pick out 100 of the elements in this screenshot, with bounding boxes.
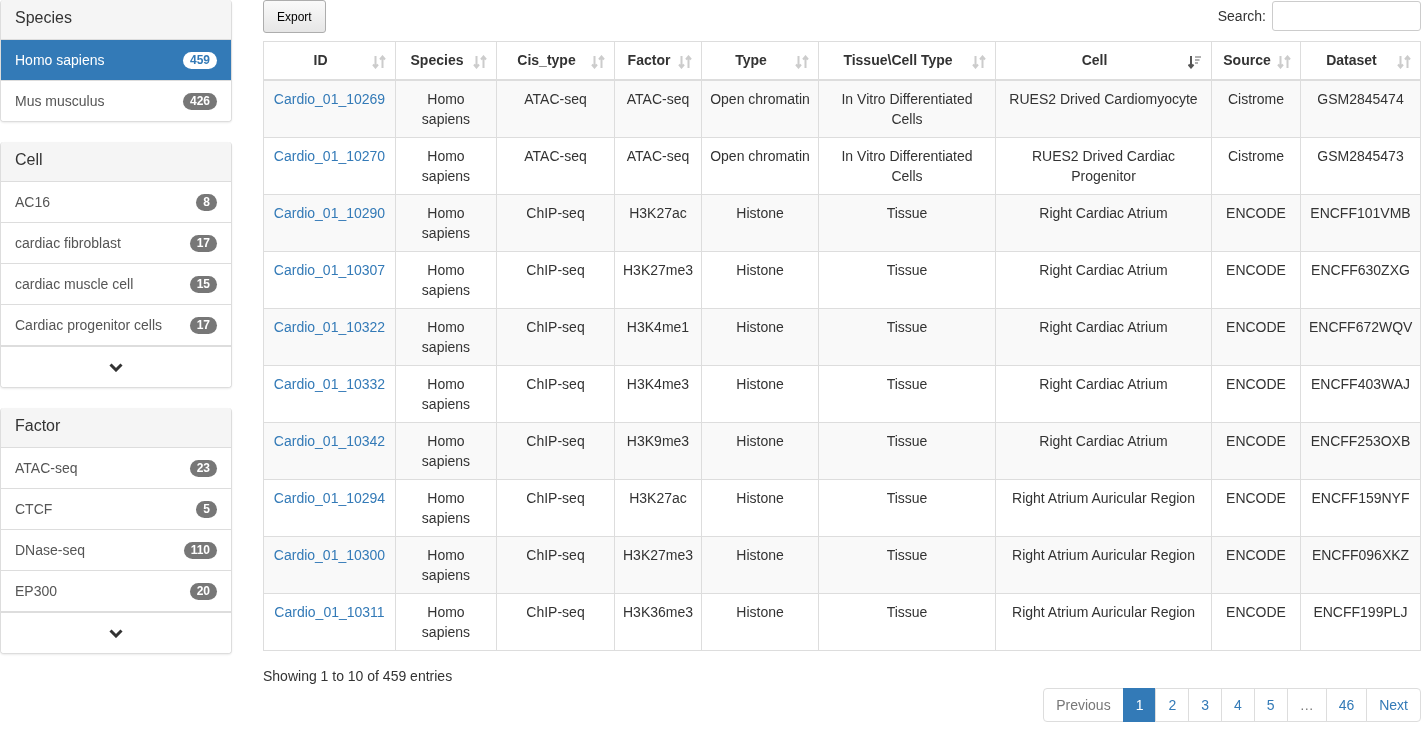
table-cell: Histone (736, 318, 784, 335)
filter-item[interactable]: EP300 20 (1, 570, 231, 611)
sort-icon[interactable] (372, 55, 386, 69)
table-cell: ENCODE (1226, 261, 1286, 278)
panel-title: Factor (1, 408, 231, 447)
table-cell: Homo sapiens (421, 432, 471, 469)
table-cell: Histone (736, 489, 784, 506)
table-cell: ChIP-seq (526, 261, 585, 278)
filter-item[interactable]: cardiac fibroblast 17 (1, 222, 231, 263)
table-cell: Histone (736, 261, 784, 278)
table-cell: Right Atrium Auricular Region (1012, 489, 1195, 506)
page-button[interactable]: 5 (1253, 687, 1288, 722)
column-header[interactable]: Dataset (1300, 41, 1421, 80)
filter-label: Cardiac progenitor cells (15, 317, 163, 333)
column-header[interactable]: Cell (995, 41, 1212, 80)
table-cell: ChIP-seq (526, 375, 585, 392)
page-button[interactable]: 1 (1122, 687, 1157, 722)
table-cell: Histone (736, 204, 784, 221)
table-cell: ENCFF403WAJ (1310, 375, 1411, 392)
count-badge: 17 (189, 316, 217, 334)
column-header[interactable]: Type (701, 41, 819, 80)
filter-label: AC16 (15, 194, 51, 210)
column-header[interactable]: Cis_type (496, 41, 615, 80)
column-header[interactable]: Source (1211, 41, 1301, 80)
filter-label: ATAC-seq (15, 460, 78, 476)
filter-item[interactable]: AC16 8 (1, 181, 231, 222)
column-header[interactable]: ID (263, 41, 396, 80)
table-cell: Right Cardiac Atrium (1039, 261, 1168, 278)
filter-label: cardiac fibroblast (15, 235, 121, 251)
table-cell: Histone (736, 603, 784, 620)
count-badge: 15 (189, 275, 217, 293)
count-badge: 426 (182, 92, 217, 110)
page-button[interactable]: 46 (1325, 687, 1368, 722)
table-cell: ENCODE (1226, 375, 1286, 392)
table-cell: GSM2845474 (1317, 90, 1404, 107)
table-cell: Homo sapiens (421, 603, 471, 640)
filter-item[interactable]: Homo sapiens 459 (1, 39, 231, 80)
table-cell: ATAC-seq (524, 90, 587, 107)
table-cell: Right Cardiac Atrium (1039, 204, 1168, 221)
table-cell: ChIP-seq (526, 603, 585, 620)
expand-button[interactable] (1, 611, 231, 653)
table-cell: ENCFF096XKZ (1311, 546, 1410, 563)
filter-item[interactable]: Mus musculus 426 (1, 80, 231, 121)
sort-icon[interactable] (1397, 55, 1411, 69)
sort-icon[interactable] (473, 55, 487, 69)
count-badge: 110 (183, 541, 217, 559)
sort-icon[interactable] (795, 55, 809, 69)
search-field[interactable] (1272, 1, 1421, 31)
filter-label: Homo sapiens (15, 52, 105, 68)
sort-icon[interactable] (678, 55, 692, 69)
filter-item[interactable]: cardiac muscle cell 15 (1, 263, 231, 304)
filter-item[interactable]: CTCF 5 (1, 488, 231, 529)
table-cell: Cistrome (1228, 90, 1284, 107)
table-cell: Cistrome (1228, 147, 1284, 164)
table-cell: H3K36me3 (623, 603, 694, 620)
page-button[interactable]: 3 (1188, 687, 1223, 722)
table-cell: Tissue (886, 375, 928, 392)
filter-label: EP300 (15, 583, 58, 599)
table-cell: ENCFF672WQV (1309, 318, 1413, 335)
table-cell: ATAC-seq (626, 147, 690, 164)
table-cell: Tissue (886, 603, 928, 620)
table-cell: Histone (736, 432, 784, 449)
table-cell: ATAC-seq (524, 147, 587, 164)
table-cell: ENCODE (1226, 432, 1286, 449)
chevron-down-icon (109, 362, 123, 372)
table-cell: ChIP-seq (526, 546, 585, 563)
table-cell: ChIP-seq (526, 204, 585, 221)
export-button[interactable]: Export (263, 0, 326, 33)
table-cell: H3K4me3 (626, 375, 690, 392)
column-header[interactable]: Factor (614, 41, 702, 80)
table-cell: ENCODE (1226, 546, 1286, 563)
sort-descending-icon[interactable] (1188, 55, 1202, 69)
table-cell: Homo sapiens (421, 90, 471, 127)
table-cell: ChIP-seq (526, 432, 585, 449)
sort-icon[interactable] (591, 55, 605, 69)
column-header[interactable]: Species (395, 41, 497, 80)
table-cell: H3K27me3 (623, 546, 694, 563)
column-header[interactable]: Tissue\Cell Type (818, 41, 996, 80)
table-cell: Tissue (886, 489, 928, 506)
page-button[interactable]: 2 (1155, 687, 1190, 722)
page-button[interactable]: 4 (1221, 687, 1255, 722)
panel-title: Cell (1, 142, 231, 181)
table-cell: ENCFF253OXB (1310, 432, 1411, 449)
count-badge: 459 (182, 51, 217, 69)
table-cell: ENCFF159NYF (1311, 489, 1410, 506)
count-badge: 20 (189, 582, 217, 600)
filter-item[interactable]: ATAC-seq 23 (1, 447, 231, 488)
table-cell: Tissue (886, 204, 928, 221)
table-cell: Right Cardiac Atrium (1039, 318, 1168, 335)
filter-item[interactable]: DNase-seq 110 (1, 529, 231, 570)
filter-item[interactable]: Cardiac progenitor cells 17 (1, 304, 231, 345)
table-cell: Right Atrium Auricular Region (1012, 546, 1195, 563)
table-cell: GSM2845473 (1317, 147, 1404, 164)
table-cell: In Vitro Differentiated Cells (841, 147, 973, 184)
sort-icon[interactable] (972, 55, 986, 69)
expand-button[interactable] (1, 345, 231, 387)
table-cell: ENCFF199PLJ (1313, 603, 1408, 620)
page-button[interactable]: Next (1366, 687, 1421, 722)
sort-icon[interactable] (1277, 55, 1291, 69)
table-cell: H3K9me3 (626, 432, 690, 449)
